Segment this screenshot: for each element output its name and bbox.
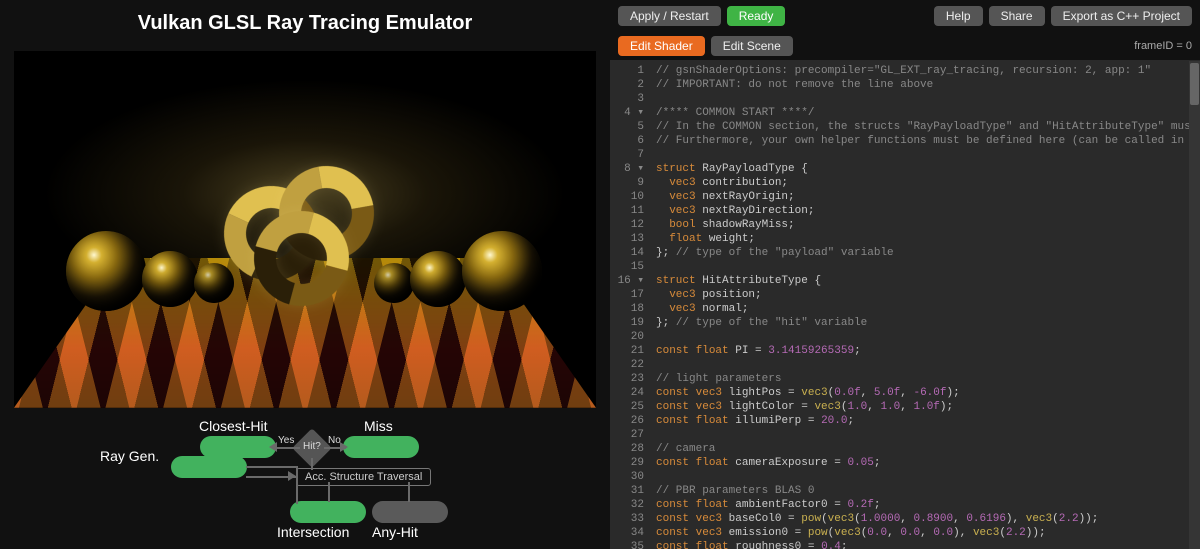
acc-structure-box: Acc. Structure Traversal [296, 468, 431, 486]
export-cpp-button[interactable]: Export as C++ Project [1051, 6, 1192, 26]
edit-scene-tab[interactable]: Edit Scene [711, 36, 793, 56]
render-torus-knot [224, 161, 384, 301]
code-content[interactable]: // gsnShaderOptions: precompiler="GL_EXT… [650, 61, 1200, 549]
raygen-label: Ray Gen. [100, 448, 159, 464]
closesthit-label: Closest-Hit [199, 418, 267, 434]
render-sphere [410, 251, 466, 307]
miss-node[interactable] [343, 436, 419, 458]
app-title: Vulkan GLSL Ray Tracing Emulator [0, 0, 610, 43]
render-background [14, 51, 596, 408]
anyhit-node[interactable] [372, 501, 448, 523]
render-sphere [66, 231, 146, 311]
intersection-node[interactable] [290, 501, 366, 523]
scrollbar-thumb[interactable] [1190, 63, 1199, 105]
intersection-label: Intersection [277, 524, 349, 540]
editor-scrollbar[interactable] [1189, 61, 1200, 549]
code-editor[interactable]: 1234 ▾5678 ▾910111213141516 ▾17181920212… [610, 61, 1200, 549]
closesthit-node[interactable] [200, 436, 276, 458]
share-button[interactable]: Share [989, 6, 1045, 26]
render-viewport[interactable] [14, 51, 596, 408]
frame-id-status: frameID = 0 [1134, 40, 1192, 52]
pipeline-diagram: Ray Gen. Closest-Hit Miss Intersection A… [14, 418, 596, 543]
sub-toolbar: Edit Shader Edit Scene frameID = 0 [610, 32, 1200, 61]
anyhit-label: Any-Hit [372, 524, 418, 540]
line-gutter: 1234 ▾5678 ▾910111213141516 ▾17181920212… [610, 61, 650, 549]
edit-shader-tab[interactable]: Edit Shader [618, 36, 705, 56]
hit-decision-text: Hit? [303, 441, 321, 452]
help-button[interactable]: Help [934, 6, 983, 26]
raygen-node[interactable] [171, 456, 247, 478]
miss-label: Miss [364, 418, 393, 434]
apply-restart-button[interactable]: Apply / Restart [618, 6, 721, 26]
render-sphere [462, 231, 542, 311]
top-toolbar: Apply / Restart Ready Help Share Export … [610, 0, 1200, 32]
render-sphere [142, 251, 198, 307]
no-label: No [328, 435, 341, 446]
yes-label: Yes [278, 435, 294, 446]
ready-button[interactable]: Ready [727, 6, 786, 26]
